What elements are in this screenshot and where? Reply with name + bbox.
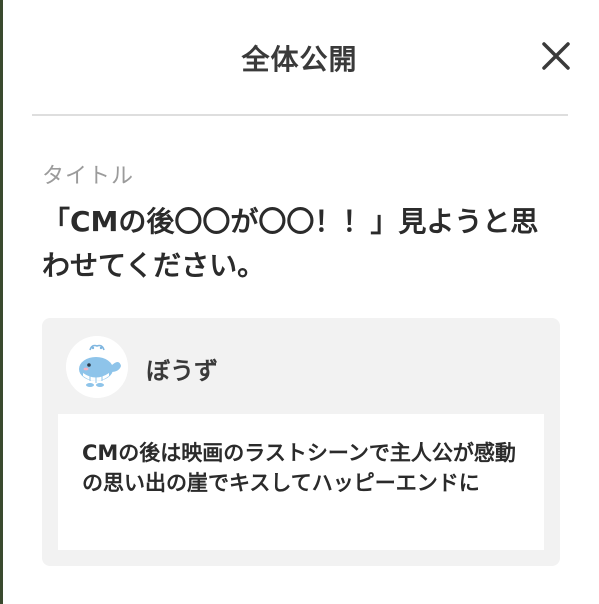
- avatar[interactable]: [66, 336, 128, 398]
- comment-text: CMの後は映画のラストシーンで主人公が感動の思い出の崖でキスしてハッピーエンドに: [82, 441, 516, 495]
- modal-title: 全体公開: [241, 43, 358, 76]
- post-title: 「CMの後〇〇が〇〇！！」見ようと思わせてください。: [42, 205, 539, 282]
- screen: 全体公開 タイトル 「CMの後〇〇が〇〇！！」見ようと思わせてください。 ぼうず…: [0, 0, 599, 604]
- modal-header: 全体公開: [0, 0, 599, 114]
- comment-card: ぼうず CMの後は映画のラストシーンで主人公が感動の思い出の崖でキスしてハッピー…: [42, 318, 560, 566]
- whale-avatar-icon: [66, 336, 128, 398]
- comment-username[interactable]: ぼうず: [146, 351, 218, 386]
- header-divider: [32, 114, 568, 116]
- comment-body: CMの後は映画のラストシーンで主人公が感動の思い出の崖でキスしてハッピーエンドに: [58, 414, 544, 550]
- close-button[interactable]: [536, 36, 576, 76]
- title-section-label: タイトル: [42, 164, 135, 189]
- close-icon: [542, 42, 570, 70]
